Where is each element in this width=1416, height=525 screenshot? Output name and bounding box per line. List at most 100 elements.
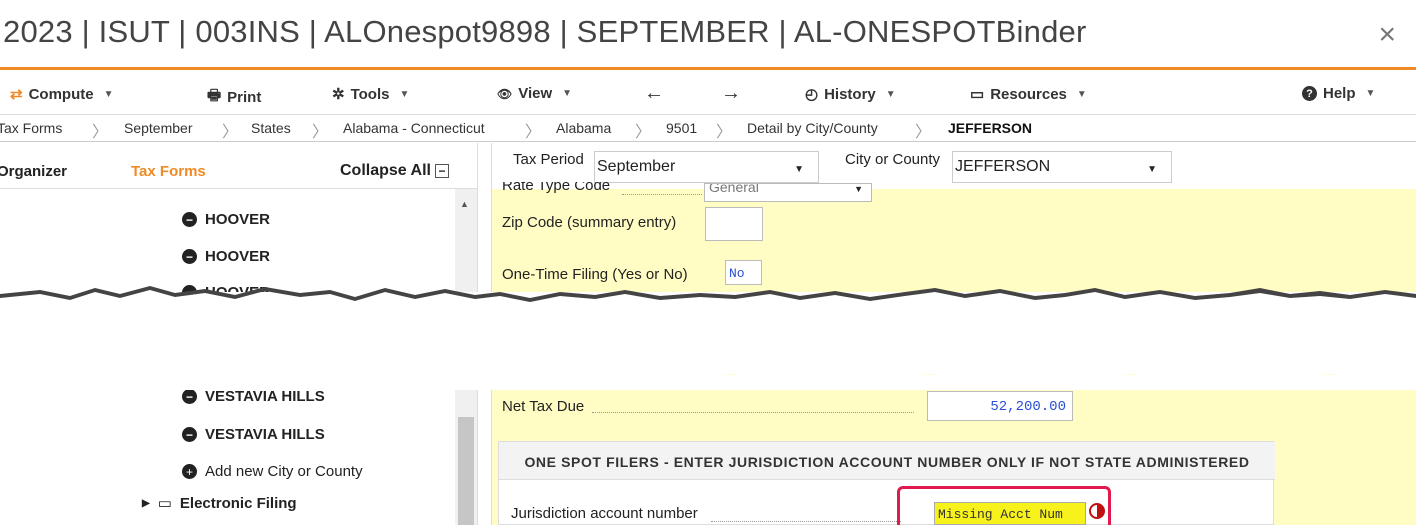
breadcrumb-item[interactable]: Alabama — [556, 120, 611, 136]
close-icon[interactable]: × — [1378, 20, 1396, 50]
onespot-section: ONE SPOT FILERS - ENTER JURISDICTION ACC… — [498, 441, 1275, 525]
chevron-down-icon: ▼ — [854, 184, 863, 194]
help-icon: ? — [1302, 86, 1317, 101]
print-icon: 🖶 — [207, 87, 222, 104]
error-indicator-icon[interactable] — [1089, 503, 1105, 519]
print-button[interactable]: 🖶 Print — [207, 85, 261, 110]
breadcrumb-item[interactable]: 9501 — [666, 120, 697, 136]
chevron-right-icon: 〉 — [635, 124, 652, 141]
tools-menu[interactable]: ✲ Tools ▼ — [332, 85, 410, 104]
back-arrow-icon[interactable]: ← — [644, 82, 664, 105]
add-city-county-link[interactable]: + Add new City or County — [182, 463, 363, 480]
eye-icon: 👁 — [497, 86, 513, 101]
leader-dots — [622, 194, 702, 195]
tree-folder-electronic-filing[interactable]: ▶ ▭ Electronic Filing — [142, 494, 297, 513]
chevron-right-icon: 〉 — [92, 124, 109, 141]
resources-label: Resources — [990, 85, 1067, 103]
scrollbar-thumb[interactable] — [458, 417, 474, 525]
chevron-right-icon: 〉 — [716, 124, 733, 141]
city-county-select[interactable]: JEFFERSON ▼ — [952, 151, 1172, 183]
chevron-down-icon: ▼ — [1365, 88, 1376, 99]
tab-organizer[interactable]: Organizer — [0, 163, 67, 180]
tax-period-value: September — [597, 158, 676, 175]
chevron-right-icon: 〉 — [525, 124, 542, 141]
jurisdiction-account-label: Jurisdiction account number — [511, 505, 698, 522]
folder-icon: ▭ — [970, 86, 985, 103]
window-title: 2023 | ISUT | 003INS | ALOnespot9898 | S… — [3, 14, 1087, 49]
print-label: Print — [227, 89, 262, 106]
tree-item-city[interactable]: − HOOVER — [182, 211, 270, 228]
torn-page-break — [0, 286, 1416, 390]
onespot-section-header: ONE SPOT FILERS - ENTER JURISDICTION ACC… — [499, 442, 1275, 480]
net-tax-due-input[interactable]: 52,200.00 — [927, 391, 1073, 421]
breadcrumb-current: JEFFERSON — [948, 120, 1033, 136]
caret-right-icon[interactable]: ▶ — [142, 498, 150, 509]
remove-icon[interactable]: − — [182, 427, 197, 442]
history-menu[interactable]: ◴ History ▼ — [805, 85, 896, 104]
chevron-right-icon: 〉 — [915, 124, 932, 141]
tree-item-label: HOOVER — [205, 248, 271, 265]
window-titlebar: 2023 | ISUT | 003INS | ALOnespot9898 | S… — [0, 0, 1416, 70]
add-city-county-label: Add new City or County — [205, 463, 363, 480]
breadcrumb-item[interactable]: Alabama - Connecticut — [343, 120, 485, 136]
net-tax-due-label: Net Tax Due — [502, 398, 585, 415]
minus-box-icon: − — [434, 164, 449, 178]
rate-type-value: General — [709, 183, 759, 195]
leader-dots — [592, 412, 914, 413]
toolbar: ⇄ Compute ▼ 🖶 Print ✲ Tools ▼ 👁 View ▼ ←… — [0, 73, 1416, 115]
rate-type-select[interactable]: General ▼ — [704, 183, 872, 202]
compute-label: Compute — [28, 85, 94, 103]
jurisdiction-account-input[interactable]: Missing Acct Num — [934, 502, 1086, 525]
tree-item-label: VESTAVIA HILLS — [205, 426, 325, 443]
remove-icon[interactable]: − — [182, 389, 197, 404]
help-label: Help — [1323, 85, 1356, 102]
view-label: View — [518, 85, 553, 102]
chevron-down-icon: ▼ — [103, 88, 114, 100]
breadcrumb-item[interactable]: Detail by City/County — [747, 120, 878, 136]
view-menu[interactable]: 👁 View ▼ — [497, 85, 572, 102]
tree-item-city[interactable]: − VESTAVIA HILLS — [182, 426, 325, 443]
breadcrumb-item[interactable]: Tax Forms — [0, 120, 62, 136]
gear-icon: ✲ — [332, 86, 345, 103]
zip-code-input[interactable] — [705, 207, 763, 241]
scroll-up-icon[interactable]: ▲ — [460, 199, 469, 209]
folder-label: Electronic Filing — [179, 494, 297, 512]
leader-dots — [711, 521, 901, 522]
compute-icon: ⇄ — [10, 86, 23, 103]
tree-item-label: HOOVER — [205, 211, 271, 228]
add-icon: + — [182, 464, 197, 479]
chevron-down-icon: ▼ — [399, 88, 410, 100]
history-icon: ◴ — [805, 86, 819, 103]
remove-icon[interactable]: − — [182, 249, 197, 264]
rate-type-label: Rate Type Code — [502, 182, 611, 194]
breadcrumb: Tax Forms 〉 September 〉 States 〉 Alabama… — [0, 116, 1416, 142]
chevron-right-icon: 〉 — [312, 124, 329, 141]
help-menu[interactable]: ? Help ▼ — [1302, 85, 1375, 102]
resources-menu[interactable]: ▭ Resources ▼ — [970, 85, 1087, 104]
chevron-right-icon: 〉 — [222, 124, 239, 141]
collapse-all-button[interactable]: Collapse All − — [340, 162, 449, 180]
chevron-down-icon: ▼ — [1147, 164, 1157, 175]
tree-item-city[interactable]: − HOOVER — [182, 248, 270, 265]
chevron-down-icon: ▼ — [885, 88, 896, 100]
history-label: History — [824, 85, 876, 103]
tab-tax-forms[interactable]: Tax Forms — [131, 163, 206, 180]
remove-icon[interactable]: − — [182, 212, 197, 227]
tools-label: Tools — [350, 85, 390, 103]
city-county-value: JEFFERSON — [955, 158, 1051, 175]
breadcrumb-item[interactable]: September — [124, 120, 192, 136]
tree-item-city[interactable]: − VESTAVIA HILLS — [182, 388, 325, 405]
chevron-down-icon: ▼ — [1076, 88, 1087, 100]
forward-arrow-icon[interactable]: → — [721, 82, 741, 105]
tax-period-label: Tax Period — [513, 151, 584, 168]
left-pane-header: Organizer Tax Forms Collapse All − — [0, 143, 478, 189]
folder-icon: ▭ — [157, 495, 172, 512]
city-county-label: City or County — [845, 151, 941, 168]
zip-code-label: Zip Code (summary entry) — [502, 214, 677, 231]
compute-menu[interactable]: ⇄ Compute ▼ — [10, 85, 114, 104]
chevron-down-icon: ▼ — [794, 164, 804, 175]
collapse-all-label: Collapse All — [340, 162, 431, 179]
period-bar: Tax Period September ▼ City or County JE… — [492, 143, 1416, 189]
breadcrumb-item[interactable]: States — [251, 120, 291, 136]
tax-period-select[interactable]: September ▼ — [594, 151, 819, 183]
